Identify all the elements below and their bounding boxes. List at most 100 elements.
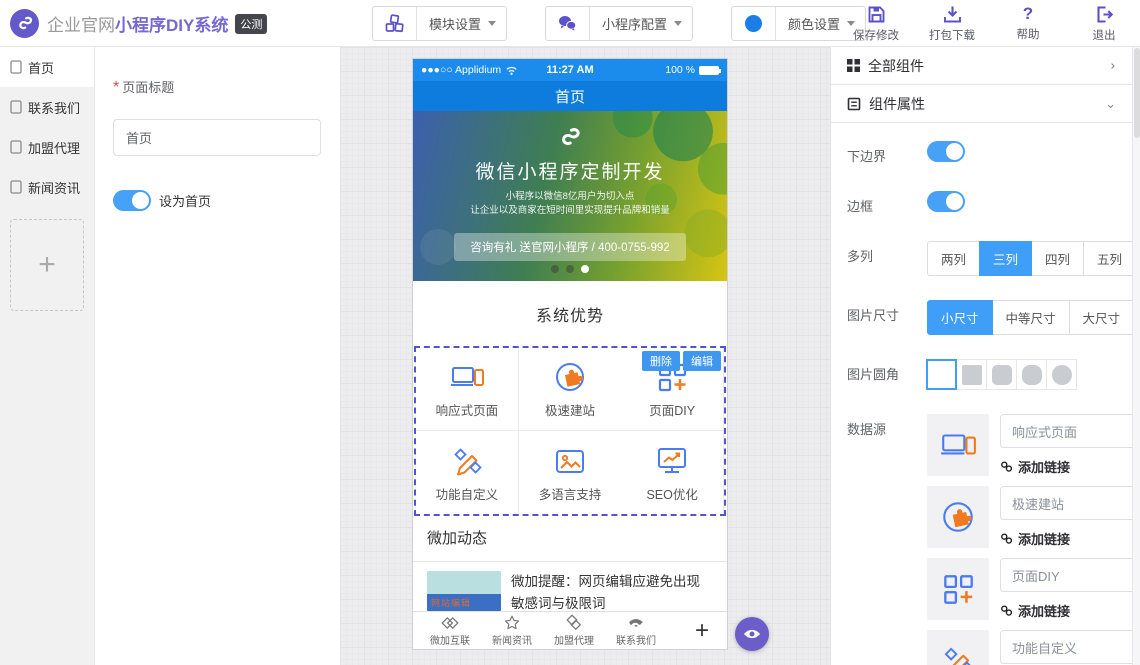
- columns-option-5[interactable]: 五列: [1083, 241, 1136, 276]
- sidebar-item-contact[interactable]: 联系我们: [0, 87, 94, 127]
- news-thumbnail: 网站编辑: [427, 571, 501, 611]
- feature-cell-seo[interactable]: SEO优化: [621, 431, 724, 514]
- tab-agency[interactable]: 加盟代理: [543, 614, 605, 647]
- tab-contact[interactable]: 联系我们: [605, 614, 667, 647]
- feature-grid-selected-component[interactable]: 删除 编辑 响应式页面 极速建站 页面DIY 功能自定义: [414, 346, 726, 516]
- carousel-dot-active[interactable]: [581, 265, 589, 273]
- scrollbar-thumb[interactable]: [1134, 48, 1140, 138]
- set-home-toggle[interactable]: [113, 190, 151, 211]
- header-menus: 模块设置 小程序配置: [372, 6, 866, 41]
- miniprogram-config-button[interactable]: 小程序配置: [545, 6, 693, 41]
- carousel-dot[interactable]: [566, 265, 574, 273]
- carousel-dots: [413, 265, 727, 273]
- add-link-button[interactable]: 添加链接: [1000, 601, 1136, 620]
- set-home-label: 设为首页: [159, 191, 211, 210]
- add-page-button[interactable]: +: [10, 219, 84, 311]
- tab-news[interactable]: 新闻资讯: [481, 614, 543, 647]
- hero-banner[interactable]: 微信小程序定制开发 小程序以微信8亿用户为切入点 让企业以及商家在短时间里实现提…: [413, 111, 727, 281]
- hero-title: 微信小程序定制开发: [413, 157, 727, 184]
- tab-label: 微加互联: [430, 632, 470, 647]
- top-header: 企业官网 小程序DIY系统 公测 模块设置: [0, 0, 1140, 47]
- all-components-header[interactable]: 全部组件 ⌄: [831, 47, 1132, 85]
- carousel-dot[interactable]: [551, 265, 559, 273]
- question-icon: ?: [1023, 4, 1033, 24]
- datasource-title-input[interactable]: [1000, 630, 1136, 664]
- add-tab-button[interactable]: +: [695, 617, 709, 645]
- hero-cta-button[interactable]: 咨询有礼 送官网小程序 / 400-0755-992: [454, 233, 685, 261]
- beta-badge: 公测: [235, 14, 267, 34]
- feature-cell-multilang[interactable]: 多语言支持: [519, 431, 622, 514]
- datasource-item-page-diy: 添加链接: [927, 558, 1136, 620]
- preview-button[interactable]: [735, 617, 769, 651]
- feature-cell-responsive[interactable]: 响应式页面: [416, 348, 519, 431]
- radius-option-none-selected[interactable]: [926, 359, 957, 390]
- feature-cell-custom[interactable]: 功能自定义: [416, 431, 519, 514]
- phone-preview: ●●●○○ Applidium 11:27 AM 100 % 首页: [412, 58, 728, 650]
- save-icon: [866, 4, 887, 25]
- exit-icon: [1094, 4, 1115, 25]
- add-link-button[interactable]: 添加链接: [1000, 457, 1136, 476]
- add-link-button[interactable]: 添加链接: [1000, 529, 1136, 548]
- scrollbar[interactable]: [1132, 47, 1140, 665]
- bottom-margin-toggle[interactable]: [927, 141, 965, 162]
- required-mark: *: [113, 79, 119, 96]
- radius-option-medium[interactable]: [986, 359, 1017, 390]
- datasource-item-custom: 添加链接: [927, 630, 1136, 665]
- carrier-text: ●●●○○ Applidium: [421, 64, 501, 76]
- color-settings-button[interactable]: 颜色设置: [731, 6, 866, 41]
- add-link-label: 添加链接: [1018, 601, 1070, 620]
- sidebar-item-news[interactable]: 新闻资讯: [0, 167, 94, 207]
- battery-text: 100 %: [665, 64, 695, 76]
- help-button[interactable]: ? 帮助: [1002, 4, 1054, 43]
- sidebar-item-home[interactable]: 首页: [0, 47, 94, 87]
- module-settings-label: 模块设置: [417, 14, 488, 33]
- inspector-panel: 全部组件 ⌄ 组件属性 ⌄ 下边界 边框 多列 两列: [830, 47, 1132, 665]
- feature-label: 极速建站: [545, 400, 595, 419]
- radius-option-large[interactable]: [1016, 359, 1047, 390]
- columns-option-2[interactable]: 两列: [927, 241, 980, 276]
- datasource-title-input[interactable]: [1000, 414, 1136, 448]
- exit-button[interactable]: 退出: [1078, 4, 1130, 43]
- chevron-down-icon: [674, 21, 682, 26]
- section-title-news: 微加动态: [413, 516, 727, 562]
- border-label: 边框: [847, 191, 927, 215]
- save-button[interactable]: 保存修改: [850, 4, 902, 43]
- component-props-header[interactable]: 组件属性 ⌄: [831, 85, 1132, 123]
- columns-option-4[interactable]: 四列: [1031, 241, 1084, 276]
- border-toggle[interactable]: [927, 191, 965, 212]
- pencil-icon: [449, 443, 485, 479]
- delete-button[interactable]: 删除: [642, 351, 680, 371]
- radius-options: [927, 359, 1077, 390]
- download-button[interactable]: 打包下载: [926, 4, 978, 43]
- news-title: 微加提醒：网页编辑应避免出现敏感词与极限词: [511, 571, 713, 616]
- link-icon: [1000, 604, 1013, 617]
- size-option-small-selected[interactable]: 小尺寸: [927, 300, 993, 335]
- size-option-medium[interactable]: 中等尺寸: [992, 300, 1070, 335]
- phone-nav-title: 首页: [555, 86, 585, 107]
- radius-option-circle[interactable]: [1046, 359, 1077, 390]
- page-title-input[interactable]: [113, 119, 321, 156]
- page-title-field-label: *页面标题: [113, 77, 322, 97]
- columns-row: 多列 两列 三列 四列 五列: [847, 241, 1116, 276]
- puzzle-icon: [927, 486, 989, 548]
- edit-button[interactable]: 编辑: [683, 351, 721, 371]
- tab-weijia[interactable]: 微加互联: [419, 614, 481, 647]
- clock-text: 11:27 AM: [546, 64, 593, 76]
- size-option-large[interactable]: 大尺寸: [1069, 300, 1135, 335]
- columns-option-3-selected[interactable]: 三列: [979, 241, 1032, 276]
- feature-cell-fast-build[interactable]: 极速建站: [519, 348, 622, 431]
- header-actions: 保存修改 打包下载 ? 帮助: [850, 4, 1130, 43]
- sidebar-item-label: 新闻资讯: [28, 178, 80, 197]
- chevron-down-icon: [488, 21, 496, 26]
- datasource-title-input[interactable]: [1000, 558, 1136, 592]
- sidebar-item-agency[interactable]: 加盟代理: [0, 127, 94, 167]
- battery-icon: [699, 66, 719, 75]
- datasource-title-input[interactable]: [1000, 486, 1136, 520]
- download-icon: [942, 4, 963, 25]
- save-label: 保存修改: [853, 27, 899, 43]
- radius-option-small[interactable]: [956, 359, 987, 390]
- module-settings-button[interactable]: 模块设置: [372, 6, 507, 41]
- image-size-row: 图片尺寸 小尺寸 中等尺寸 大尺寸: [847, 300, 1116, 335]
- wechat-icon: [546, 13, 589, 34]
- hero-logo-icon: [413, 123, 727, 153]
